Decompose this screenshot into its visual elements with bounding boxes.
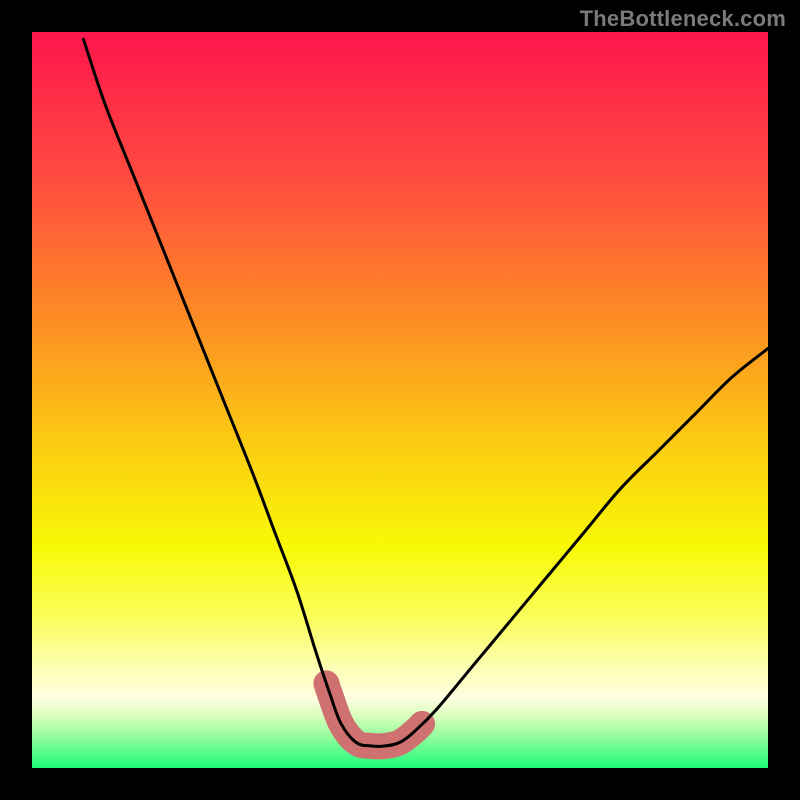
bottleneck-curve-chart <box>0 0 800 800</box>
chart-frame: TheBottleneck.com <box>0 0 800 800</box>
gradient-background <box>32 32 768 768</box>
